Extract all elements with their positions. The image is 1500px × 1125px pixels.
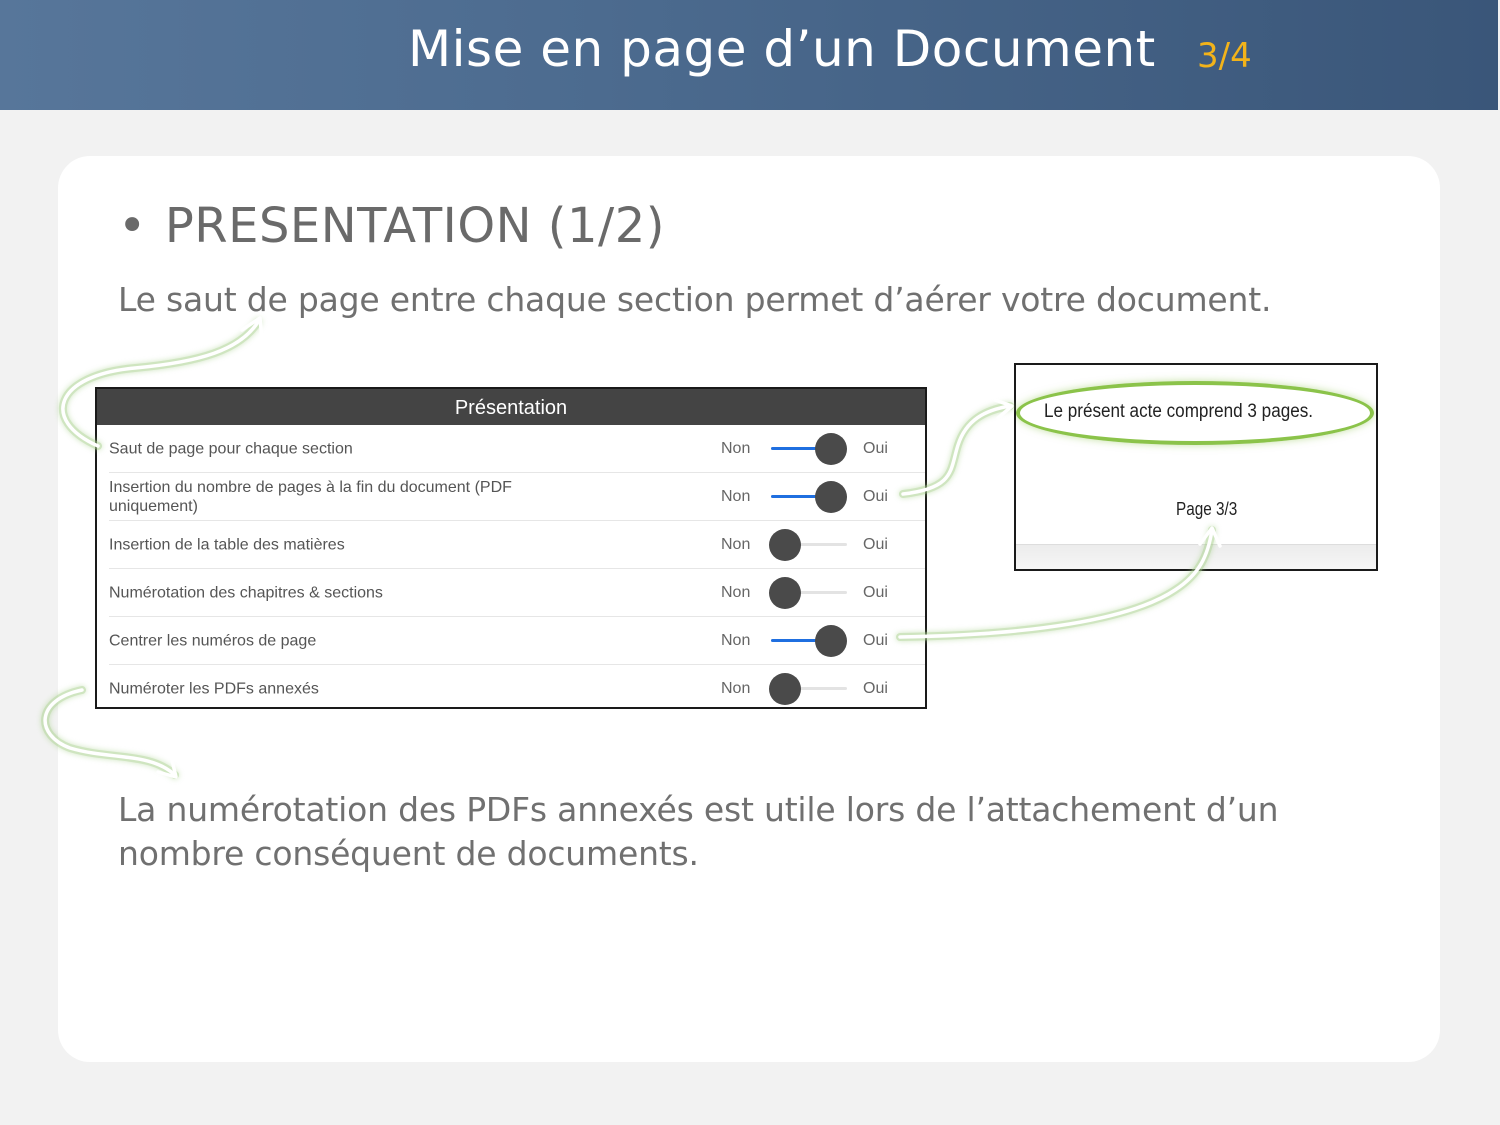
on-label: Oui [863, 583, 888, 601]
on-label: Oui [863, 487, 888, 505]
off-label: Non [721, 439, 751, 457]
setting-label: Insertion de la table des matières [109, 536, 345, 553]
off-label: Non [721, 535, 751, 553]
page-number: Page 3/3 [1176, 499, 1238, 519]
setting-row-page-count: Insertion du nombre de pages à la fin du… [109, 473, 925, 521]
toggle-center-page-numbers[interactable] [769, 624, 849, 658]
section-title-text: PRESENTATION (1/2) [164, 198, 665, 254]
off-label: Non [721, 631, 751, 649]
slide-title: Mise en page d’un Document [408, 20, 1156, 78]
toggle-numbering[interactable] [769, 576, 849, 610]
toggle-toc[interactable] [769, 528, 849, 562]
on-label: Oui [863, 679, 888, 697]
setting-label: Centrer les numéros de page [109, 632, 317, 649]
slide-header: Mise en page d’un Document 3/4 [0, 0, 1498, 110]
panel-title: Présentation [97, 389, 925, 425]
setting-row-number-pdf-annexes: Numéroter les PDFs annexés Non Oui [109, 665, 925, 712]
setting-row-center-page-numbers: Centrer les numéros de page Non Oui [109, 617, 925, 665]
toggle-number-pdf-annexes[interactable] [769, 672, 849, 706]
setting-label: Numéroter les PDFs annexés [109, 680, 319, 697]
toggle-page-count[interactable] [769, 480, 849, 514]
setting-label: Saut de page pour chaque section [109, 440, 353, 457]
bullet-icon: • [118, 198, 147, 254]
page-bottom-edge [1016, 544, 1376, 569]
off-label: Non [721, 487, 751, 505]
setting-label: Numérotation des chapitres & sections [109, 584, 383, 601]
off-label: Non [721, 679, 751, 697]
setting-row-toc: Insertion de la table des matières Non O… [109, 521, 925, 569]
setting-row-page-break: Saut de page pour chaque section Non Oui [109, 425, 925, 473]
section-title: • PRESENTATION (1/2) [118, 198, 665, 254]
on-label: Oui [863, 535, 888, 553]
highlight-ellipse [1016, 381, 1374, 445]
on-label: Oui [863, 631, 888, 649]
footer-text: La numérotation des PDFs annexés est uti… [118, 790, 1279, 873]
page-indicator: 3/4 [1197, 36, 1252, 76]
lead-text: Le saut de page entre chaque section per… [118, 280, 1272, 319]
document-preview: Le présent acte comprend 3 pages. Page 3… [1014, 363, 1378, 571]
toggle-page-break[interactable] [769, 432, 849, 466]
presentation-settings-panel: Présentation Saut de page pour chaque se… [95, 387, 927, 709]
on-label: Oui [863, 439, 888, 457]
setting-row-numbering: Numérotation des chapitres & sections No… [109, 569, 925, 617]
setting-label: Insertion du nombre de pages à la fin du… [109, 478, 512, 515]
off-label: Non [721, 583, 751, 601]
